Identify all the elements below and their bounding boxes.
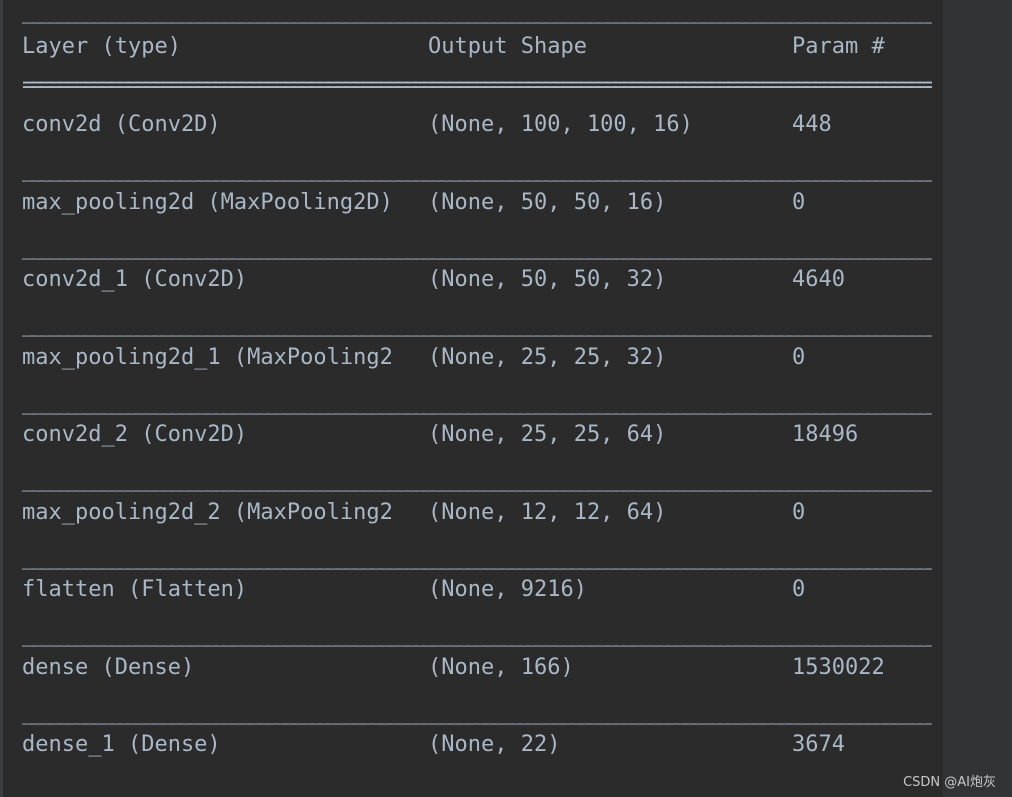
layer-name: conv2d_2 (Conv2D) [22, 423, 248, 447]
layer-output-shape: (None, 50, 50, 32) [428, 268, 667, 292]
layer-row: conv2d_2 (Conv2D) (None, 25, 25, 64) 18496 [22, 423, 942, 447]
layer-name: max_pooling2d_2 (MaxPooling2 [22, 501, 393, 525]
layer-name: dense_1 (Dense) [22, 733, 221, 757]
layer-param-count: 0 [792, 191, 806, 215]
layer-output-shape: (None, 166) [428, 656, 574, 680]
layer-row: conv2d (Conv2D) (None, 100, 100, 16) 448 [22, 113, 942, 137]
layer-name: flatten (Flatten) [22, 578, 248, 602]
separator-line: ________________________________________… [22, 778, 932, 797]
left-gutter [0, 0, 3, 797]
layer-param-count: 0 [792, 501, 806, 525]
summary-header: Layer (type) Output Shape Param # [22, 35, 942, 59]
layer-name: dense (Dense) [22, 656, 195, 680]
layer-row: flatten (Flatten) (None, 9216) 0 [22, 578, 942, 602]
header-separator-line: ========================================… [22, 74, 932, 98]
layer-row: max_pooling2d (MaxPooling2D) (None, 50, 5… [22, 191, 942, 215]
header-output-shape: Output Shape [428, 35, 587, 59]
separator-line: ________________________________________… [22, 701, 932, 725]
layer-param-count: 0 [792, 578, 806, 602]
separator-line: ________________________________________… [22, 313, 932, 337]
header-layer-type: Layer (type) [22, 35, 181, 59]
layer-output-shape: (None, 12, 12, 64) [428, 501, 667, 525]
layer-param-count: 1530022 [792, 656, 885, 680]
layer-output-shape: (None, 22) [428, 733, 561, 757]
layer-name: conv2d_1 (Conv2D) [22, 268, 248, 292]
separator-line: ________________________________________… [22, 0, 932, 24]
layer-param-count: 4640 [792, 268, 845, 292]
layer-output-shape: (None, 50, 50, 16) [428, 191, 667, 215]
separator-line: ________________________________________… [22, 158, 932, 182]
layer-param-count: 448 [792, 113, 832, 137]
right-scroll-strip[interactable] [943, 0, 1012, 797]
layer-name: max_pooling2d (MaxPooling2D) [22, 191, 393, 215]
layer-row: max_pooling2d_1 (MaxPooling2 (None, 25, 2… [22, 346, 942, 370]
layer-output-shape: (None, 25, 25, 64) [428, 423, 667, 447]
separator-line: ________________________________________… [22, 468, 932, 492]
layer-row: dense_1 (Dense) (None, 22) 3674 [22, 733, 942, 757]
separator-line: ________________________________________… [22, 623, 932, 647]
layer-output-shape: (None, 9216) [428, 578, 587, 602]
layer-row: dense (Dense) (None, 166) 1530022 [22, 656, 942, 680]
layer-output-shape: (None, 25, 25, 32) [428, 346, 667, 370]
header-param-count: Param # [792, 35, 885, 59]
watermark: CSDN @AI炮灰 [903, 775, 996, 790]
layer-name: max_pooling2d_1 (MaxPooling2 [22, 346, 393, 370]
separator-line: ________________________________________… [22, 546, 932, 570]
layer-row: conv2d_1 (Conv2D) (None, 50, 50, 32) 4640 [22, 268, 942, 292]
console-output: ________________________________________… [0, 0, 1012, 797]
layer-param-count: 0 [792, 346, 806, 370]
layer-name: conv2d (Conv2D) [22, 113, 221, 137]
layer-output-shape: (None, 100, 100, 16) [428, 113, 693, 137]
separator-line: ________________________________________… [22, 391, 932, 415]
layer-row: max_pooling2d_2 (MaxPooling2 (None, 12, 1… [22, 501, 942, 525]
layer-param-count: 3674 [792, 733, 845, 757]
layer-param-count: 18496 [792, 423, 859, 447]
separator-line: ________________________________________… [22, 236, 932, 260]
